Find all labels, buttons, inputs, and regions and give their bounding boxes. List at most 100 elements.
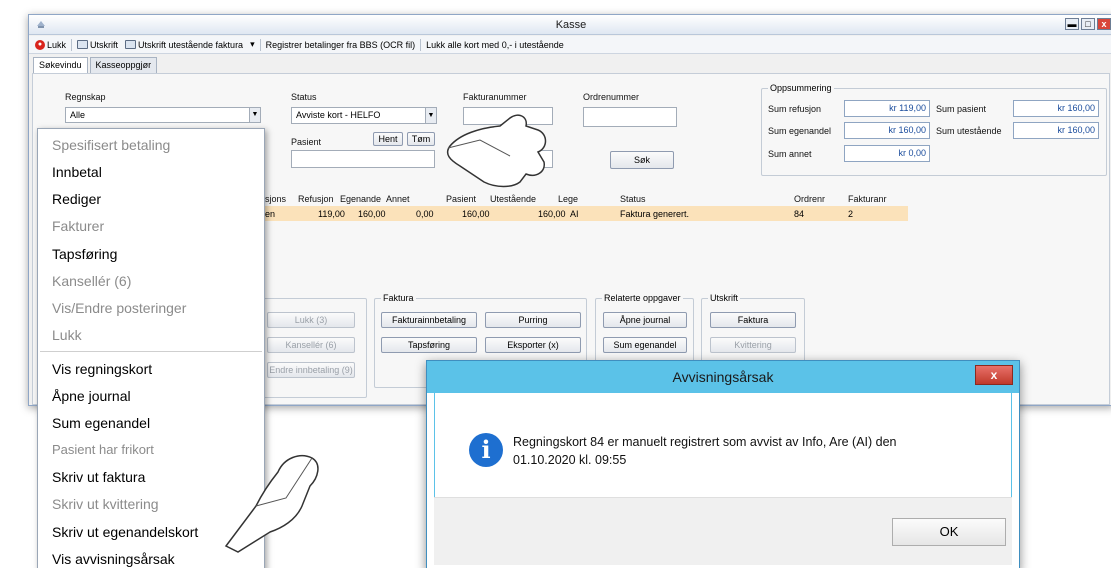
tapsforing-button[interactable]: Tapsføring bbox=[381, 337, 477, 353]
utskrift-utestaende-button[interactable]: Utskrift utestående faktura bbox=[123, 39, 245, 51]
status-label: Status bbox=[291, 92, 317, 102]
maximize-button[interactable]: □ bbox=[1081, 18, 1095, 30]
menu-item-tapsforing[interactable]: Tapsføring bbox=[38, 246, 264, 262]
sum-refusjon-label: Sum refusjon bbox=[768, 104, 822, 114]
menu-item-skriv-ut-faktura[interactable]: Skriv ut faktura bbox=[38, 469, 264, 485]
menu-item-apne-journal[interactable]: Åpne journal bbox=[38, 388, 264, 404]
chevron-down-icon: ▼ bbox=[249, 108, 260, 122]
status-select[interactable]: Avviste kort - HELFO ▼ bbox=[291, 107, 437, 124]
cell: 0,00 bbox=[416, 209, 434, 219]
eksporter-button[interactable]: Eksporter (x) bbox=[485, 337, 581, 353]
secondary-input[interactable] bbox=[463, 150, 553, 168]
dialog-message-line1: Regningskort 84 er manuelt registrert so… bbox=[513, 435, 897, 449]
tab-sokevindu[interactable]: Søkevindu bbox=[33, 57, 88, 73]
col-header[interactable]: Egenande bbox=[340, 194, 381, 204]
relaterte-group-title: Relaterte oppgaver bbox=[602, 293, 683, 303]
col-header[interactable]: Ordrenr bbox=[794, 194, 825, 204]
faktura-group-title: Faktura bbox=[381, 293, 416, 303]
menu-item-vis-regningskort[interactable]: Vis regningskort bbox=[38, 361, 264, 377]
menu-item-spesifisert-betaling[interactable]: Spesifisert betaling bbox=[38, 137, 264, 153]
menu-item-lukk[interactable]: Lukk bbox=[38, 327, 264, 343]
cell: Faktura generert. bbox=[620, 209, 690, 219]
fakturainnbetaling-button[interactable]: Fakturainnbetaling bbox=[381, 312, 477, 328]
sum-egenandel-label: Sum egenandel bbox=[768, 126, 832, 136]
col-header[interactable]: Fakturanr bbox=[848, 194, 887, 204]
faktura-print-button[interactable]: Faktura bbox=[710, 312, 796, 328]
stop-icon: ● bbox=[35, 39, 45, 50]
utskrift-dropdown[interactable]: ▾ bbox=[248, 38, 257, 51]
col-header[interactable]: Lege bbox=[558, 194, 578, 204]
close-button[interactable]: x bbox=[1097, 18, 1111, 30]
ordrenummer-label: Ordrenummer bbox=[583, 92, 640, 102]
cell: AI bbox=[570, 209, 579, 219]
info-icon: i bbox=[469, 433, 503, 467]
fakturanummer-input[interactable] bbox=[463, 107, 553, 125]
menu-item-fakturer[interactable]: Fakturer bbox=[38, 218, 264, 234]
window-title: Kasse bbox=[555, 19, 587, 31]
sum-annet-label: Sum annet bbox=[768, 149, 812, 159]
kvittering-button[interactable]: Kvittering bbox=[710, 337, 796, 353]
cell: 84 bbox=[794, 209, 805, 219]
lukk-alle-button[interactable]: Lukk alle kort med 0,- i utestående bbox=[424, 39, 566, 51]
cell: 160,00 bbox=[358, 209, 386, 219]
tab-kasseoppgjor[interactable]: Kasseoppgjør bbox=[89, 57, 158, 73]
pasient-input[interactable] bbox=[291, 150, 435, 168]
separator bbox=[71, 38, 73, 51]
cell: 119,00 bbox=[318, 209, 345, 219]
menu-item-vis-avvisningsarsak[interactable]: Vis avvisningsårsak bbox=[38, 551, 264, 567]
sum-pasient-label: Sum pasient bbox=[936, 104, 987, 114]
dialog-message: Regningskort 84 er manuelt registrert so… bbox=[513, 433, 897, 469]
apne-journal-button[interactable]: Åpne journal bbox=[603, 312, 687, 328]
menu-item-rediger[interactable]: Rediger bbox=[38, 191, 264, 207]
minimize-button[interactable]: ▬ bbox=[1065, 18, 1079, 30]
ok-button[interactable]: OK bbox=[892, 518, 1006, 546]
purring-button[interactable]: Purring bbox=[485, 312, 581, 328]
sum-egenandel-button[interactable]: Sum egenandel bbox=[603, 337, 687, 353]
col-header[interactable]: Status bbox=[620, 194, 646, 204]
table-row[interactable]: en 119,00 160,00 0,00 160,00 160,00 AI F… bbox=[238, 206, 908, 221]
col-header[interactable]: Annet bbox=[386, 194, 410, 204]
menu-item-pasient-har-frikort[interactable]: Pasient har frikort bbox=[38, 442, 264, 457]
cell: en bbox=[265, 209, 276, 219]
registrer-button[interactable]: Registrer betalinger fra BBS (OCR fil) bbox=[264, 39, 418, 51]
dialog-title: Avvisningsårsak bbox=[672, 369, 774, 385]
title-bar: Kasse ▬ □ x bbox=[29, 15, 1111, 35]
context-menu: Spesifisert betaling Innbetal Rediger Fa… bbox=[37, 128, 265, 568]
sok-button[interactable]: Søk bbox=[610, 151, 674, 169]
menu-item-innbetal[interactable]: Innbetal bbox=[38, 164, 264, 180]
utskrift-group-title: Utskrift bbox=[708, 293, 740, 303]
lukk-action-button[interactable]: Lukk (3) bbox=[267, 312, 355, 328]
cell: 2 bbox=[848, 209, 854, 219]
col-header[interactable]: Pasient bbox=[446, 194, 476, 204]
separator bbox=[420, 38, 422, 51]
lukk-button[interactable]: ● Lukk bbox=[33, 39, 68, 51]
utskrift-utestaende-label: Utskrift utestående faktura bbox=[138, 39, 244, 50]
utskrift-label: Utskrift bbox=[90, 39, 119, 50]
menu-item-vis-endre-posteringer[interactable]: Vis/Endre posteringer bbox=[38, 300, 264, 316]
kanseller-button[interactable]: Kansellér (6) bbox=[267, 337, 355, 353]
sum-refusjon-value: kr 119,00 bbox=[844, 100, 930, 117]
dialog-close-button[interactable]: x bbox=[975, 365, 1013, 385]
handlinger-group: Lukk (3) Kansellér (6) Endre innbetaling… bbox=[253, 298, 367, 398]
sum-pasient-value: kr 160,00 bbox=[1013, 100, 1099, 117]
dialog-message-line2: 01.10.2020 kl. 09:55 bbox=[513, 453, 627, 467]
sum-utestaende-value: kr 160,00 bbox=[1013, 122, 1099, 139]
col-header[interactable]: Refusjon bbox=[298, 194, 334, 204]
avvisningsarsak-dialog: Avvisningsårsak x i Regningskort 84 er m… bbox=[426, 360, 1020, 568]
status-value: Avviste kort - HELFO bbox=[296, 110, 381, 120]
menu-item-skriv-ut-kvittering[interactable]: Skriv ut kvittering bbox=[38, 496, 264, 512]
menu-item-kanseller[interactable]: Kansellér (6) bbox=[38, 273, 264, 289]
lukk-label: Lukk bbox=[47, 39, 67, 50]
ordrenummer-input[interactable] bbox=[583, 107, 677, 127]
regnskap-select[interactable]: Alle ▼ bbox=[65, 107, 261, 123]
separator bbox=[259, 38, 261, 51]
sum-annet-value: kr 0,00 bbox=[844, 145, 930, 162]
utskrift-button[interactable]: Utskrift bbox=[75, 39, 120, 51]
col-header[interactable]: Utestående bbox=[490, 194, 536, 204]
endre-innbetaling-button[interactable]: Endre innbetaling (9) bbox=[267, 362, 355, 378]
menu-item-skriv-ut-egenandelskort[interactable]: Skriv ut egenandelskort bbox=[38, 524, 264, 540]
tom-button[interactable]: Tøm bbox=[407, 132, 435, 146]
fakturanummer-label: Fakturanummer bbox=[463, 92, 527, 102]
hent-button[interactable]: Hent bbox=[373, 132, 403, 146]
menu-item-sum-egenandel[interactable]: Sum egenandel bbox=[38, 415, 264, 431]
